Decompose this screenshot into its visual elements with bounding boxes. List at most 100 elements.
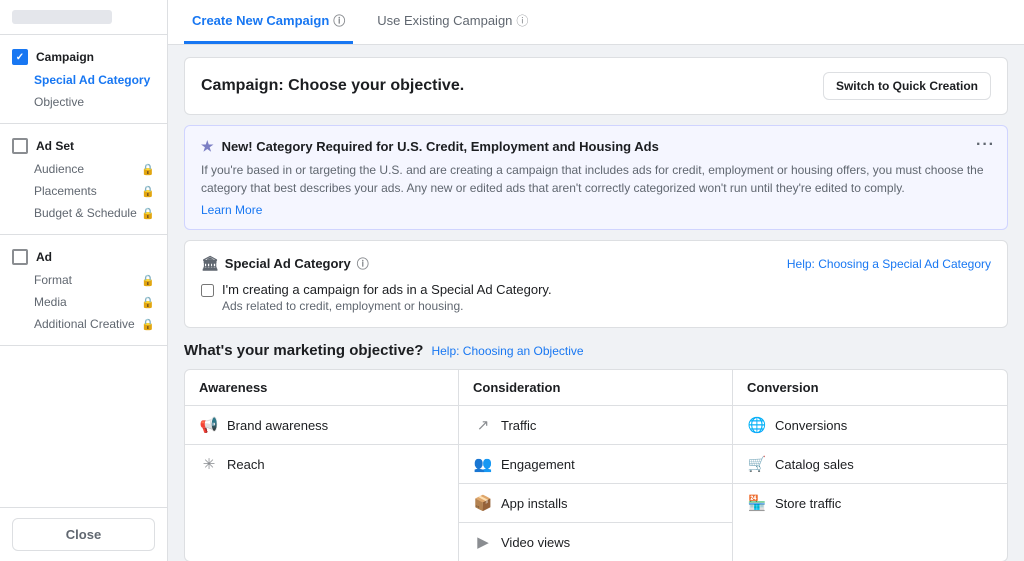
special-ad-category-label: Special Ad Category xyxy=(225,256,351,271)
notice-title: New! Category Required for U.S. Credit, … xyxy=(222,139,659,154)
brand-awareness-icon: 📢 xyxy=(199,416,219,434)
objective-grid: Awareness Consideration Conversion 📢 Bra… xyxy=(184,369,1008,561)
obj-item-brand-awareness[interactable]: 📢 Brand awareness xyxy=(185,406,458,445)
campaign-title-suffix: : Choose your objective. xyxy=(278,77,464,94)
lock-icon: 🔒 xyxy=(141,296,155,309)
notice-more-button[interactable]: ··· xyxy=(976,136,995,154)
sidebar-blurred xyxy=(12,10,112,24)
sidebar-item-budget-schedule[interactable]: Budget & Schedule 🔒 xyxy=(0,202,167,224)
sidebar-item-label: Objective xyxy=(34,95,84,109)
conversion-column: 🌐 Conversions 🛒 Catalog sales 🏪 Store tr… xyxy=(733,406,1007,561)
lock-icon: 🔒 xyxy=(141,318,155,331)
tab-create-new-campaign[interactable]: Create New Campaign ⓘ xyxy=(184,0,353,44)
campaign-header-card: Campaign: Choose your objective. Switch … xyxy=(184,57,1008,115)
obj-item-label: App installs xyxy=(501,496,567,511)
notice-banner: ★ New! Category Required for U.S. Credit… xyxy=(184,125,1008,230)
sidebar-item-placements[interactable]: Placements 🔒 xyxy=(0,180,167,202)
sidebar-item-label: Audience xyxy=(34,162,84,176)
sidebar-section-campaign: ✓ Campaign Special Ad Category Objective xyxy=(0,35,167,124)
obj-item-label: Reach xyxy=(227,457,265,472)
info-icon: ⓘ xyxy=(357,255,369,272)
sidebar-ad-header: Ad xyxy=(0,245,167,269)
special-ad-category-title: 🏛 Special Ad Category ⓘ xyxy=(201,255,369,272)
info-icon: ⓘ xyxy=(333,12,345,29)
sidebar-campaign-header: ✓ Campaign xyxy=(0,45,167,69)
star-icon: ★ xyxy=(201,138,214,155)
sidebar-item-label: Media xyxy=(34,295,67,309)
ad-box-icon xyxy=(12,249,28,265)
obj-item-catalog-sales[interactable]: 🛒 Catalog sales xyxy=(733,445,1007,484)
store-traffic-icon: 🏪 xyxy=(747,494,767,512)
sidebar-item-special-ad-category[interactable]: Special Ad Category xyxy=(0,69,167,91)
engagement-icon: 👥 xyxy=(473,455,493,473)
sidebar-bottom: Close xyxy=(0,507,167,561)
main-content: Create New Campaign ⓘ Use Existing Campa… xyxy=(168,0,1024,561)
consideration-column: ↗ Traffic 👥 Engagement 📦 App installs xyxy=(459,406,733,561)
sidebar-adset-label: Ad Set xyxy=(36,139,74,153)
special-ad-category-checkbox[interactable] xyxy=(201,284,214,297)
lock-icon: 🔒 xyxy=(141,274,155,287)
learn-more-link[interactable]: Learn More xyxy=(201,203,262,217)
sidebar-item-label: Additional Creative xyxy=(34,317,135,331)
sidebar-item-objective[interactable]: Objective xyxy=(0,91,167,113)
sidebar-section-adset: Ad Set Audience 🔒 Placements 🔒 Budget & … xyxy=(0,124,167,235)
checkbox-label: I'm creating a campaign for ads in a Spe… xyxy=(222,282,552,297)
close-button[interactable]: Close xyxy=(12,518,155,551)
obj-item-label: Brand awareness xyxy=(227,418,328,433)
tab-label: Use Existing Campaign xyxy=(377,13,512,28)
lock-icon: 🔒 xyxy=(141,185,155,198)
awareness-column: 📢 Brand awareness ✳ Reach xyxy=(185,406,459,561)
sidebar-item-label: Budget & Schedule xyxy=(34,206,137,220)
sidebar-item-media[interactable]: Media 🔒 xyxy=(0,291,167,313)
sidebar-item-label: Placements xyxy=(34,184,97,198)
tab-label: Create New Campaign xyxy=(192,13,329,28)
sidebar-campaign-label: Campaign xyxy=(36,50,94,64)
obj-item-reach[interactable]: ✳ Reach xyxy=(185,445,458,483)
obj-item-app-installs[interactable]: 📦 App installs xyxy=(459,484,732,523)
notice-body: If you're based in or targeting the U.S.… xyxy=(201,161,991,197)
objective-rows: 📢 Brand awareness ✳ Reach ↗ Traffic xyxy=(185,406,1007,561)
building-icon: 🏛 xyxy=(201,255,219,272)
objective-title: What's your marketing objective? xyxy=(184,342,423,359)
sidebar-item-label: Format xyxy=(34,273,72,287)
obj-item-engagement[interactable]: 👥 Engagement xyxy=(459,445,732,484)
campaign-check-icon: ✓ xyxy=(12,49,28,65)
sidebar: ✓ Campaign Special Ad Category Objective… xyxy=(0,0,168,561)
objective-help-link[interactable]: Help: Choosing an Objective xyxy=(431,344,583,358)
conversions-icon: 🌐 xyxy=(747,416,767,434)
sidebar-section-ad: Ad Format 🔒 Media 🔒 Additional Creative … xyxy=(0,235,167,346)
video-views-icon: ▶ xyxy=(473,533,493,551)
obj-item-traffic[interactable]: ↗ Traffic xyxy=(459,406,732,445)
special-ad-category-help-link[interactable]: Help: Choosing a Special Ad Category xyxy=(787,257,991,271)
tabs-bar: Create New Campaign ⓘ Use Existing Campa… xyxy=(168,0,1024,45)
app-installs-icon: 📦 xyxy=(473,494,493,512)
special-ad-category-checkbox-row: I'm creating a campaign for ads in a Spe… xyxy=(201,282,991,313)
sidebar-adset-header: Ad Set xyxy=(0,134,167,158)
lock-icon: 🔒 xyxy=(141,163,155,176)
tab-use-existing-campaign[interactable]: Use Existing Campaign ⓘ xyxy=(369,0,536,44)
sidebar-item-additional-creative[interactable]: Additional Creative 🔒 xyxy=(0,313,167,335)
obj-item-label: Video views xyxy=(501,535,570,550)
obj-item-video-views[interactable]: ▶ Video views xyxy=(459,523,732,561)
obj-item-label: Conversions xyxy=(775,418,847,433)
reach-icon: ✳ xyxy=(199,455,219,473)
objective-header: What's your marketing objective? Help: C… xyxy=(184,342,1008,359)
campaign-title-prefix: Campaign xyxy=(201,77,278,94)
sidebar-item-audience[interactable]: Audience 🔒 xyxy=(0,158,167,180)
obj-item-label: Engagement xyxy=(501,457,575,472)
special-ad-category-card: 🏛 Special Ad Category ⓘ Help: Choosing a… xyxy=(184,240,1008,328)
obj-item-store-traffic[interactable]: 🏪 Store traffic xyxy=(733,484,1007,522)
obj-item-label: Store traffic xyxy=(775,496,841,511)
content-area: Campaign: Choose your objective. Switch … xyxy=(168,45,1024,561)
obj-item-conversions[interactable]: 🌐 Conversions xyxy=(733,406,1007,445)
switch-to-quick-creation-button[interactable]: Switch to Quick Creation xyxy=(823,72,991,100)
notice-header: ★ New! Category Required for U.S. Credit… xyxy=(201,138,991,155)
col-header-awareness: Awareness xyxy=(185,370,459,405)
sidebar-item-label: Special Ad Category xyxy=(34,73,150,87)
traffic-icon: ↗ xyxy=(473,416,493,434)
marketing-objective-section: What's your marketing objective? Help: C… xyxy=(184,342,1008,561)
obj-item-label: Traffic xyxy=(501,418,536,433)
obj-item-label: Catalog sales xyxy=(775,457,854,472)
sidebar-item-format[interactable]: Format 🔒 xyxy=(0,269,167,291)
catalog-sales-icon: 🛒 xyxy=(747,455,767,473)
